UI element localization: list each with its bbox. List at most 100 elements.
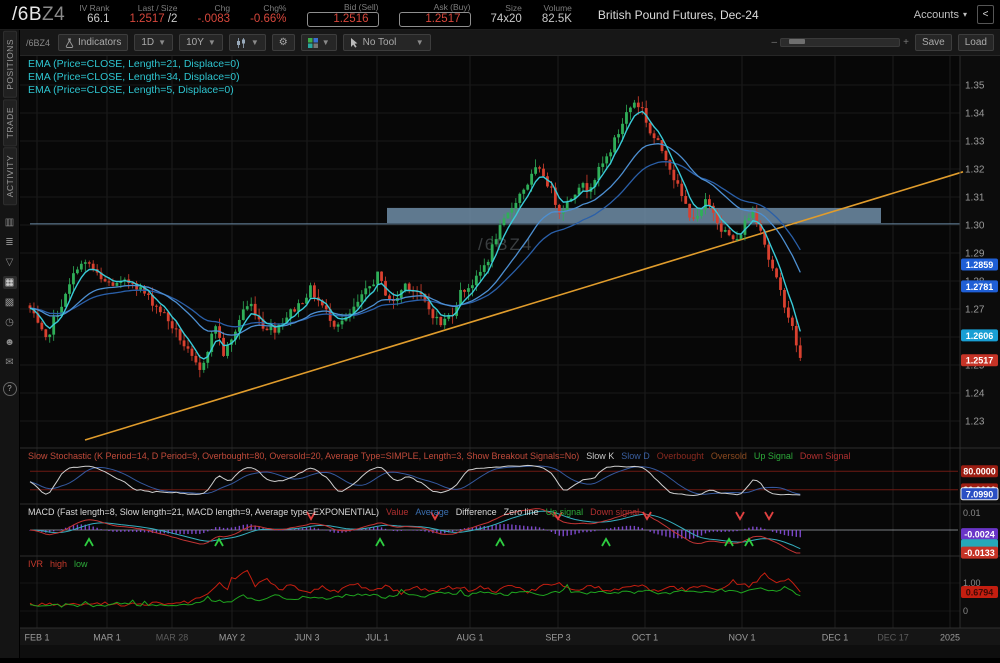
chart-settings-button[interactable]: ⚙ (272, 34, 295, 51)
bid-value[interactable]: 1.2516 (307, 12, 379, 27)
sidebar-tab-trade[interactable]: TRADE (3, 99, 17, 146)
ema-5-label[interactable]: EMA (Price=CLOSE, Length=5, Displace=0) (28, 84, 240, 97)
stat-volume: Volume 82.5K (542, 3, 572, 26)
legend-item: MACD (Fast length=8, Slow length=21, MAC… (28, 507, 379, 517)
sidebar-tab-positions[interactable]: POSITIONS (3, 31, 17, 98)
watchlist-icon[interactable]: ≣ (3, 236, 17, 249)
monitor-icon[interactable]: ▥ (3, 216, 17, 229)
analyze-flask-icon[interactable]: ▽ (3, 256, 17, 269)
time-axis-label: OCT 1 (632, 633, 658, 643)
accounts-dropdown[interactable]: Accounts ▾ (914, 9, 967, 21)
bid-box[interactable]: Bid (Sell) 1.2516 (307, 2, 379, 27)
indicators-button[interactable]: Indicators (58, 34, 128, 51)
axis-bubble-text: 1.2859 (966, 260, 994, 270)
axis-bubble-text: 1.2781 (966, 282, 994, 292)
legend-item: IVR (28, 559, 43, 569)
watermark: /6BZ4 (478, 235, 533, 254)
zoom-slider-track[interactable] (780, 38, 900, 47)
chart-area[interactable]: /6BZ41.351.341.331.321.311.301.291.281.2… (20, 56, 1000, 658)
legend-item: high (50, 559, 67, 569)
left-sidebar: POSITIONSTRADEACTIVITY ▥ ≣ ▽ ▦ ▩ ◷ ☻ ✉? (0, 30, 20, 658)
macd-axis-label: 0.01 (963, 508, 981, 518)
legend-item: Slow K (586, 451, 614, 461)
time-axis-label: DEC 1 (822, 633, 849, 643)
chevron-down-icon: ▼ (208, 38, 216, 47)
layout-grid-dropdown[interactable]: ▼ (301, 34, 337, 51)
price-chart-canvas[interactable]: /6BZ41.351.341.331.321.311.301.291.281.2… (20, 56, 1000, 658)
price-axis-label: 1.24 (965, 389, 985, 400)
save-button[interactable]: Save (915, 34, 952, 51)
zoom-in-icon[interactable]: + (903, 37, 909, 48)
axis-bubble-text: 1.2606 (966, 331, 994, 341)
legend-item: Zero line (504, 507, 539, 517)
zoom-out-icon[interactable]: – (772, 37, 778, 48)
colored-grid-icon (308, 38, 318, 48)
time-axis-label: MAY 2 (219, 633, 245, 643)
legend-item: Oversold (711, 451, 747, 461)
flask-icon (65, 38, 74, 48)
stochastic-legend[interactable]: Slow Stochastic (K Period=14, D Period=9… (28, 451, 857, 461)
symbol-root: /6B (12, 4, 42, 25)
chevron-down-icon: ▼ (158, 38, 166, 47)
axis-bubble-text: 80.0000 (963, 467, 996, 477)
quote-header: /6BZ4 IV Rank 66.1 Last / Size 1.2517 /2… (0, 0, 1000, 30)
chevron-down-icon: ▼ (416, 38, 424, 47)
time-axis-label: SEP 3 (545, 633, 570, 643)
price-axis-label: 1.31 (965, 193, 985, 204)
toolbar-symbol: /6BZ4 (26, 38, 50, 48)
timeframe-dropdown[interactable]: 1D▼ (134, 34, 173, 51)
price-axis-label: 1.32 (965, 165, 985, 176)
instrument-title: British Pound Futures, Dec-24 (598, 8, 759, 22)
study-labels[interactable]: EMA (Price=CLOSE, Length=21, Displace=0)… (28, 58, 240, 97)
axis-bubble-text: -0.0024 (964, 530, 995, 540)
grid-layout-icon[interactable]: ▩ (3, 296, 17, 309)
ask-value[interactable]: 1.2517 (399, 12, 471, 27)
stat-iv-rank: IV Rank 66.1 (79, 3, 109, 26)
legend-item: Value (386, 507, 408, 517)
sidebar-tab-activity[interactable]: ACTIVITY (3, 147, 17, 205)
chart-type-dropdown[interactable]: ▼ (229, 34, 266, 51)
zoom-slider[interactable]: – + (772, 37, 909, 48)
axis-bubble-text: 1.2517 (966, 356, 994, 366)
legend-item: Slow D (621, 451, 650, 461)
ema-34-label[interactable]: EMA (Price=CLOSE, Length=34, Displace=0) (28, 71, 240, 84)
macd-legend[interactable]: MACD (Fast length=8, Slow length=21, MAC… (28, 507, 646, 517)
axis-bubble-text: 0.6794 (966, 587, 994, 597)
time-axis-label: NOV 1 (728, 633, 755, 643)
price-axis-label: 1.29 (965, 249, 985, 260)
clock-icon[interactable]: ◷ (3, 316, 17, 329)
symbol-ticker[interactable]: /6BZ4 (12, 4, 65, 26)
price-axis-label: 1.23 (965, 417, 985, 428)
charts-icon[interactable]: ▦ (3, 276, 17, 289)
time-axis-label: AUG 1 (456, 633, 483, 643)
range-dropdown[interactable]: 10Y▼ (179, 34, 223, 51)
help-icon[interactable]: ? (3, 382, 17, 396)
time-axis-label: 2025 (940, 633, 960, 643)
time-axis-label: JUN 3 (294, 633, 319, 643)
time-axis-label: JUL 1 (365, 633, 388, 643)
cursor-icon (350, 38, 358, 48)
time-axis-label: MAR 1 (93, 633, 121, 643)
stat-size: Size 74x20 (491, 3, 522, 26)
collapse-panel-button[interactable]: < (977, 5, 994, 24)
resistance-zone-drawing (387, 208, 881, 223)
community-icon[interactable]: ☻ (3, 336, 17, 349)
ivr-legend[interactable]: IVRhighlow (28, 559, 95, 569)
chat-icon[interactable]: ✉ (3, 356, 17, 369)
ema-21-label[interactable]: EMA (Price=CLOSE, Length=21, Displace=0) (28, 58, 240, 71)
ask-box[interactable]: Ask (Buy) 1.2517 (399, 2, 471, 27)
candlestick-icon (236, 38, 247, 48)
symbol-suffix: Z4 (42, 4, 65, 25)
axis-bubble-text: 7.0990 (966, 489, 994, 499)
gear-icon: ⚙ (279, 37, 288, 48)
price-axis-label: 1.27 (965, 305, 985, 316)
price-axis-label: 1.35 (965, 81, 985, 92)
legend-item: Up signal (546, 507, 584, 517)
zoom-slider-handle[interactable] (789, 39, 805, 44)
chevron-down-icon: ▼ (251, 38, 259, 47)
load-button[interactable]: Load (958, 34, 994, 51)
time-axis-label: DEC 17 (877, 633, 909, 643)
drawing-tool-dropdown[interactable]: No Tool ▼ (343, 34, 431, 51)
legend-item: Up Signal (754, 451, 793, 461)
legend-item: Slow Stochastic (K Period=14, D Period=9… (28, 451, 579, 461)
